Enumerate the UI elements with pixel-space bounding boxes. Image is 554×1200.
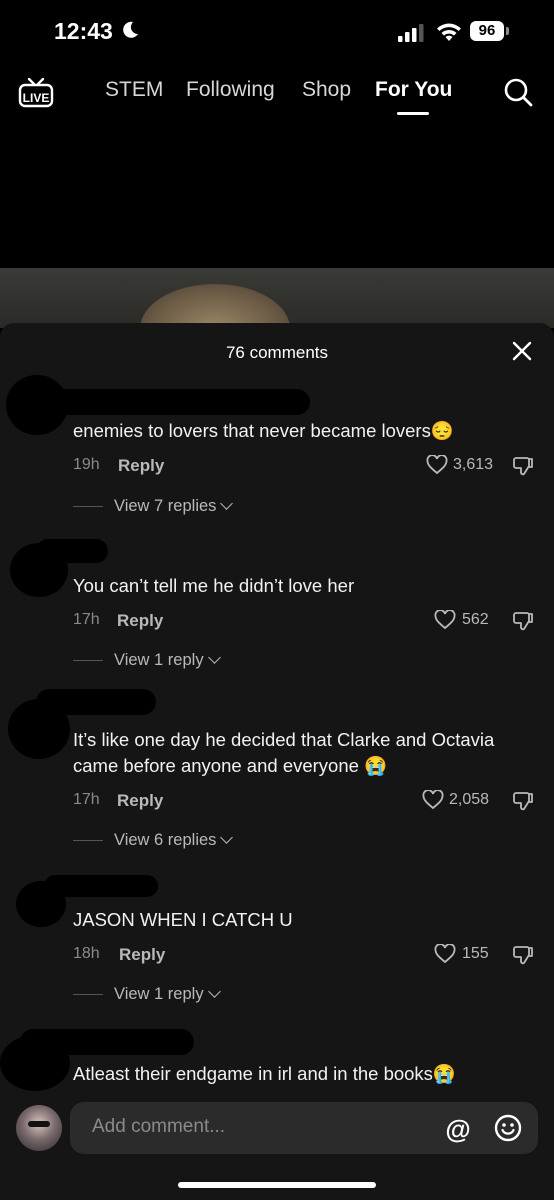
cellular-signal-icon: [398, 24, 424, 42]
comment-input[interactable]: Add comment... @: [70, 1102, 538, 1154]
chevron-down-icon: [207, 651, 221, 664]
view-replies-label: View 6 replies: [114, 831, 217, 849]
tab-following[interactable]: Following: [186, 78, 275, 102]
comment-text: enemies to lovers that never became love…: [73, 420, 454, 441]
reply-button[interactable]: Reply: [117, 611, 163, 631]
reply-button[interactable]: Reply: [117, 791, 163, 811]
divider: [73, 660, 103, 661]
battery-indicator: 96: [470, 21, 510, 43]
home-indicator: [178, 1182, 376, 1188]
divider: [73, 840, 103, 841]
comment-text: Atleast their endgame in irl and in the …: [73, 1063, 456, 1084]
comment-text: You can’t tell me he didn’t love her: [73, 575, 355, 596]
wifi-icon: [437, 23, 461, 41]
view-replies-label: View 1 reply: [114, 985, 204, 1003]
svg-text:LIVE: LIVE: [23, 91, 50, 105]
comment-input-placeholder: Add comment...: [92, 1116, 226, 1137]
active-tab-indicator: [397, 112, 429, 115]
divider: [73, 506, 103, 507]
like-count: 562: [462, 611, 489, 628]
redacted-username: [36, 539, 108, 563]
dislike-icon[interactable]: [512, 610, 534, 632]
status-bar: 12:43 96: [0, 0, 554, 66]
view-replies-label: View 7 replies: [114, 497, 217, 515]
dislike-icon[interactable]: [512, 790, 534, 812]
tab-for-you[interactable]: For You: [375, 78, 452, 102]
redacted-username: [20, 1029, 194, 1055]
redacted-username: [30, 389, 310, 415]
comment-composer: Add comment... @: [0, 1093, 554, 1200]
heart-icon[interactable]: [426, 455, 448, 475]
dislike-icon[interactable]: [512, 944, 534, 966]
like-count: 2,058: [449, 791, 490, 808]
view-replies-button[interactable]: View 7 replies: [114, 497, 234, 516]
chevron-down-icon: [220, 831, 234, 844]
status-time: 12:43: [54, 18, 113, 44]
heart-icon[interactable]: [422, 790, 444, 810]
top-nav: LIVE STEM Following Shop For You: [0, 68, 554, 118]
reply-button[interactable]: Reply: [119, 945, 165, 965]
comment-time: 18h: [73, 945, 100, 962]
like-count: 3,613: [453, 456, 494, 473]
heart-icon[interactable]: [434, 610, 456, 630]
view-replies-button[interactable]: View 1 reply: [114, 651, 221, 670]
tab-shop[interactable]: Shop: [302, 78, 351, 102]
comment-text: It’s like one day he decided that Clarke…: [73, 729, 495, 776]
reply-button[interactable]: Reply: [118, 456, 164, 476]
live-icon[interactable]: LIVE: [18, 76, 54, 108]
video-frame-subject: [140, 284, 290, 328]
mention-icon[interactable]: @: [444, 1115, 472, 1143]
chevron-down-icon: [220, 497, 234, 510]
chevron-down-icon: [207, 985, 221, 998]
moon-icon: [123, 21, 138, 38]
heart-icon[interactable]: [434, 944, 456, 964]
view-replies-button[interactable]: View 6 replies: [114, 831, 234, 850]
view-replies-button[interactable]: View 1 reply: [114, 985, 221, 1004]
redacted-username: [36, 689, 156, 715]
redacted-username: [44, 875, 158, 897]
avatar[interactable]: [16, 1105, 62, 1151]
comments-sheet: 76 comments enemies to lovers that never…: [0, 323, 554, 1200]
like-count: 155: [462, 945, 489, 962]
comment-text: JASON WHEN I CATCH U: [73, 909, 293, 930]
battery-level: 96: [470, 21, 504, 41]
video-preview[interactable]: [0, 268, 554, 328]
view-replies-label: View 1 reply: [114, 651, 204, 669]
close-icon[interactable]: [512, 341, 532, 361]
comments-count-title: 76 comments: [225, 343, 329, 362]
search-icon[interactable]: [502, 76, 534, 108]
comment-time: 19h: [73, 456, 100, 473]
emoji-icon[interactable]: [494, 1114, 522, 1142]
comment-time: 17h: [73, 611, 100, 628]
tab-stem[interactable]: STEM: [105, 78, 163, 102]
dislike-icon[interactable]: [512, 455, 534, 477]
comment-time: 17h: [73, 791, 100, 808]
divider: [73, 994, 103, 995]
